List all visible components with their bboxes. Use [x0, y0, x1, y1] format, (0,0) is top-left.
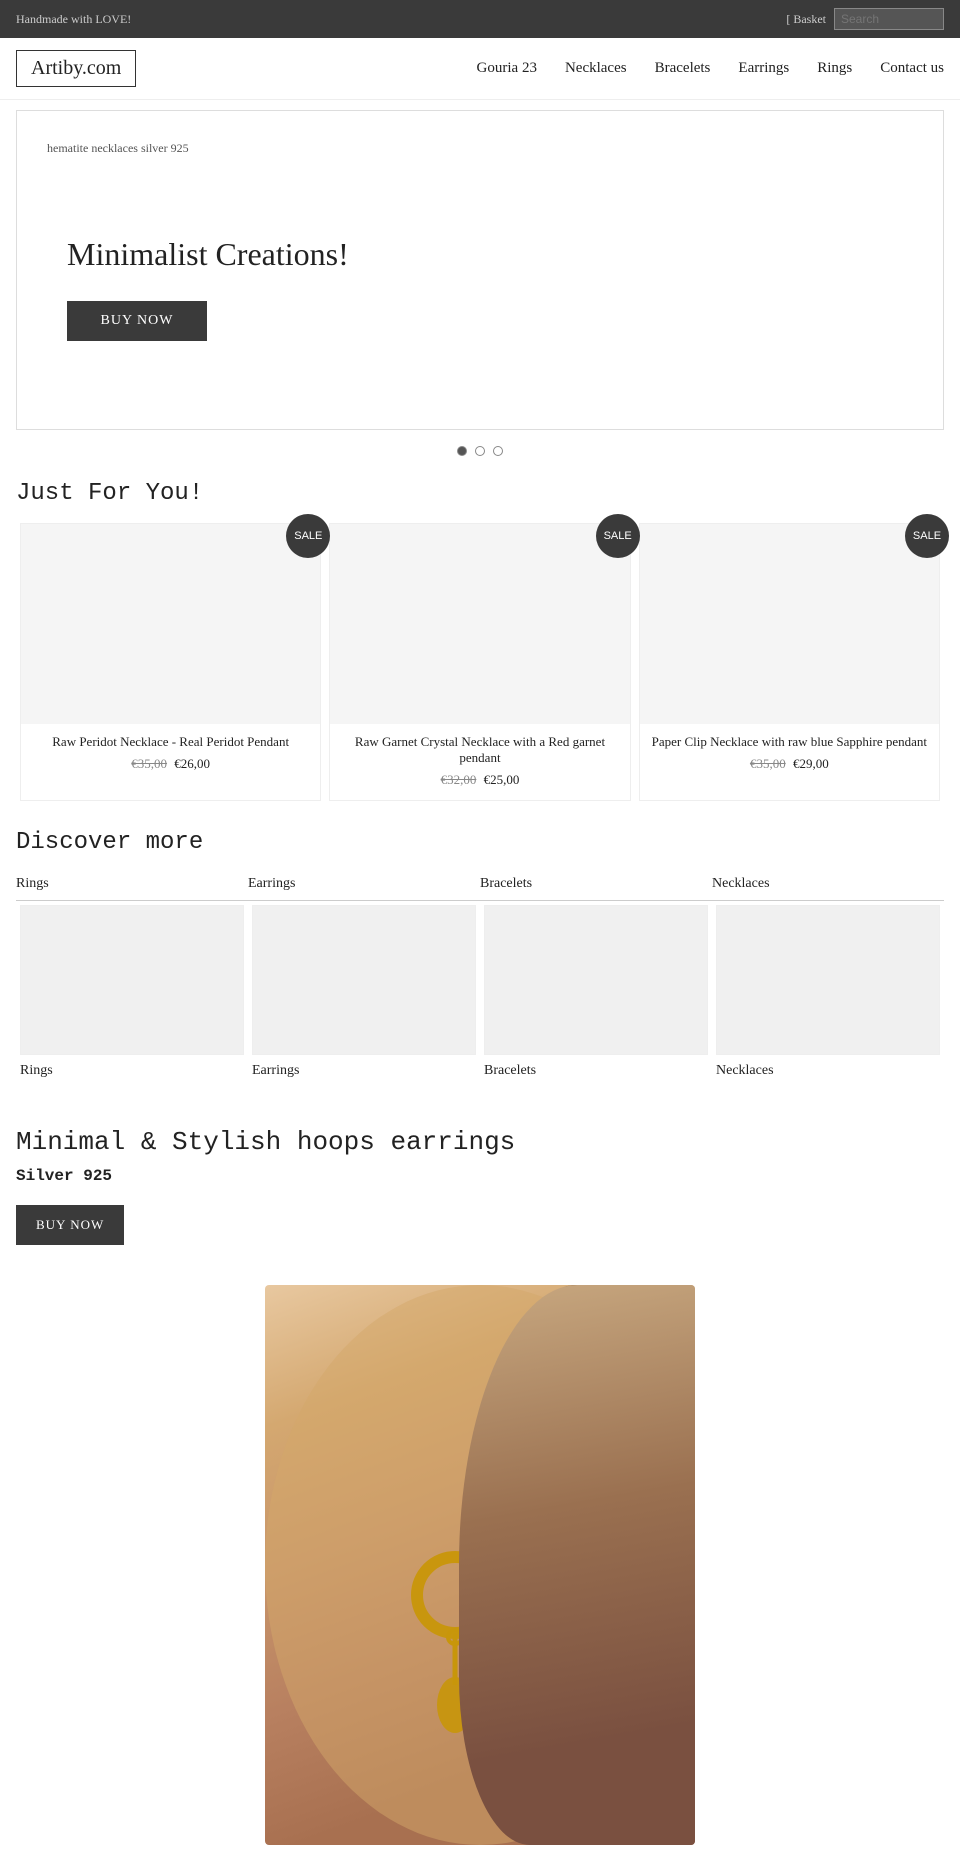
just-for-you-title: Just For You!: [0, 456, 960, 519]
category-img-earrings: [252, 905, 476, 1055]
new-price-1: €26,00: [174, 756, 210, 771]
category-label-earrings: Earrings: [252, 1055, 299, 1083]
old-price-3: €35,00: [750, 756, 786, 771]
top-bar: Handmade with LOVE! [ Basket: [0, 0, 960, 38]
nav-earrings[interactable]: Earrings: [738, 60, 789, 77]
discover-categories: Rings Earrings Bracelets Necklaces: [0, 901, 960, 1087]
tab-rings[interactable]: Rings: [16, 868, 248, 901]
hero-banner: hematite necklaces silver 925 Minimalist…: [16, 110, 944, 430]
category-label-rings: Rings: [20, 1055, 53, 1083]
product-price-2: €32,00 €25,00: [330, 772, 629, 788]
nav-gouria[interactable]: Gouria 23: [477, 60, 537, 77]
tab-bracelets[interactable]: Bracelets: [480, 868, 712, 901]
main-nav: Gouria 23 Necklaces Bracelets Earrings R…: [477, 60, 944, 77]
product-name-3: Paper Clip Necklace with raw blue Sapphi…: [640, 724, 939, 756]
category-bracelets[interactable]: Bracelets: [484, 905, 708, 1083]
product-image-2: [330, 524, 629, 724]
product-name-1: Raw Peridot Necklace - Real Peridot Pend…: [21, 724, 320, 756]
products-row: SALE Raw Peridot Necklace - Real Peridot…: [0, 519, 960, 805]
sale-badge-3: SALE: [905, 514, 949, 558]
dot-1[interactable]: [457, 446, 467, 456]
category-label-bracelets: Bracelets: [484, 1055, 536, 1083]
earrings-promo-subtitle: Silver 925: [16, 1167, 944, 1185]
hero-title: Minimalist Creations!: [67, 236, 913, 273]
product-price-3: €35,00 €29,00: [640, 756, 939, 772]
category-img-rings: [20, 905, 244, 1055]
category-earrings[interactable]: Earrings: [252, 905, 476, 1083]
category-rings[interactable]: Rings: [20, 905, 244, 1083]
product-card-2[interactable]: SALE Raw Garnet Crystal Necklace with a …: [329, 523, 630, 801]
logo[interactable]: Artiby.com: [16, 50, 136, 87]
sale-badge-1: SALE: [286, 514, 330, 558]
category-img-necklaces: [716, 905, 940, 1055]
new-price-2: €25,00: [484, 772, 520, 787]
product-card-3[interactable]: SALE Paper Clip Necklace with raw blue S…: [639, 523, 940, 801]
search-input[interactable]: [834, 8, 944, 30]
earrings-promo-title: Minimal & Stylish hoops earrings: [16, 1127, 944, 1157]
category-necklaces[interactable]: Necklaces: [716, 905, 940, 1083]
nav-necklaces[interactable]: Necklaces: [565, 60, 627, 77]
tab-necklaces[interactable]: Necklaces: [712, 868, 944, 901]
basket-link[interactable]: [ Basket: [786, 12, 826, 27]
product-name-2: Raw Garnet Crystal Necklace with a Red g…: [330, 724, 629, 772]
new-price-3: €29,00: [793, 756, 829, 771]
hero-cta-button[interactable]: BUY NOW: [67, 301, 207, 341]
product-price-1: €35,00 €26,00: [21, 756, 320, 772]
tab-earrings[interactable]: Earrings: [248, 868, 480, 901]
sale-badge-2: SALE: [596, 514, 640, 558]
header: Artiby.com Gouria 23 Necklaces Bracelets…: [0, 38, 960, 100]
old-price-1: €35,00: [131, 756, 167, 771]
earring-svg: [265, 1285, 695, 1845]
dot-3[interactable]: [493, 446, 503, 456]
nav-contact[interactable]: Contact us: [880, 60, 944, 77]
hero-dots: [0, 446, 960, 456]
earrings-promo: Minimal & Stylish hoops earrings Silver …: [0, 1087, 960, 1265]
product-image-1: [21, 524, 320, 724]
tagline: Handmade with LOVE!: [16, 12, 131, 27]
earrings-cta-button[interactable]: BUY NOW: [16, 1205, 124, 1245]
discover-more-title: Discover more: [0, 805, 960, 868]
nav-rings[interactable]: Rings: [817, 60, 852, 77]
top-bar-right: [ Basket: [786, 8, 944, 30]
category-img-bracelets: [484, 905, 708, 1055]
product-image-3: [640, 524, 939, 724]
hero-search-hint: hematite necklaces silver 925: [47, 141, 913, 156]
earrings-product-image: [265, 1285, 695, 1845]
discover-tabs: Rings Earrings Bracelets Necklaces: [0, 868, 960, 901]
dot-2[interactable]: [475, 446, 485, 456]
category-label-necklaces: Necklaces: [716, 1055, 774, 1083]
old-price-2: €32,00: [441, 772, 477, 787]
product-card-1[interactable]: SALE Raw Peridot Necklace - Real Peridot…: [20, 523, 321, 801]
nav-bracelets[interactable]: Bracelets: [655, 60, 711, 77]
